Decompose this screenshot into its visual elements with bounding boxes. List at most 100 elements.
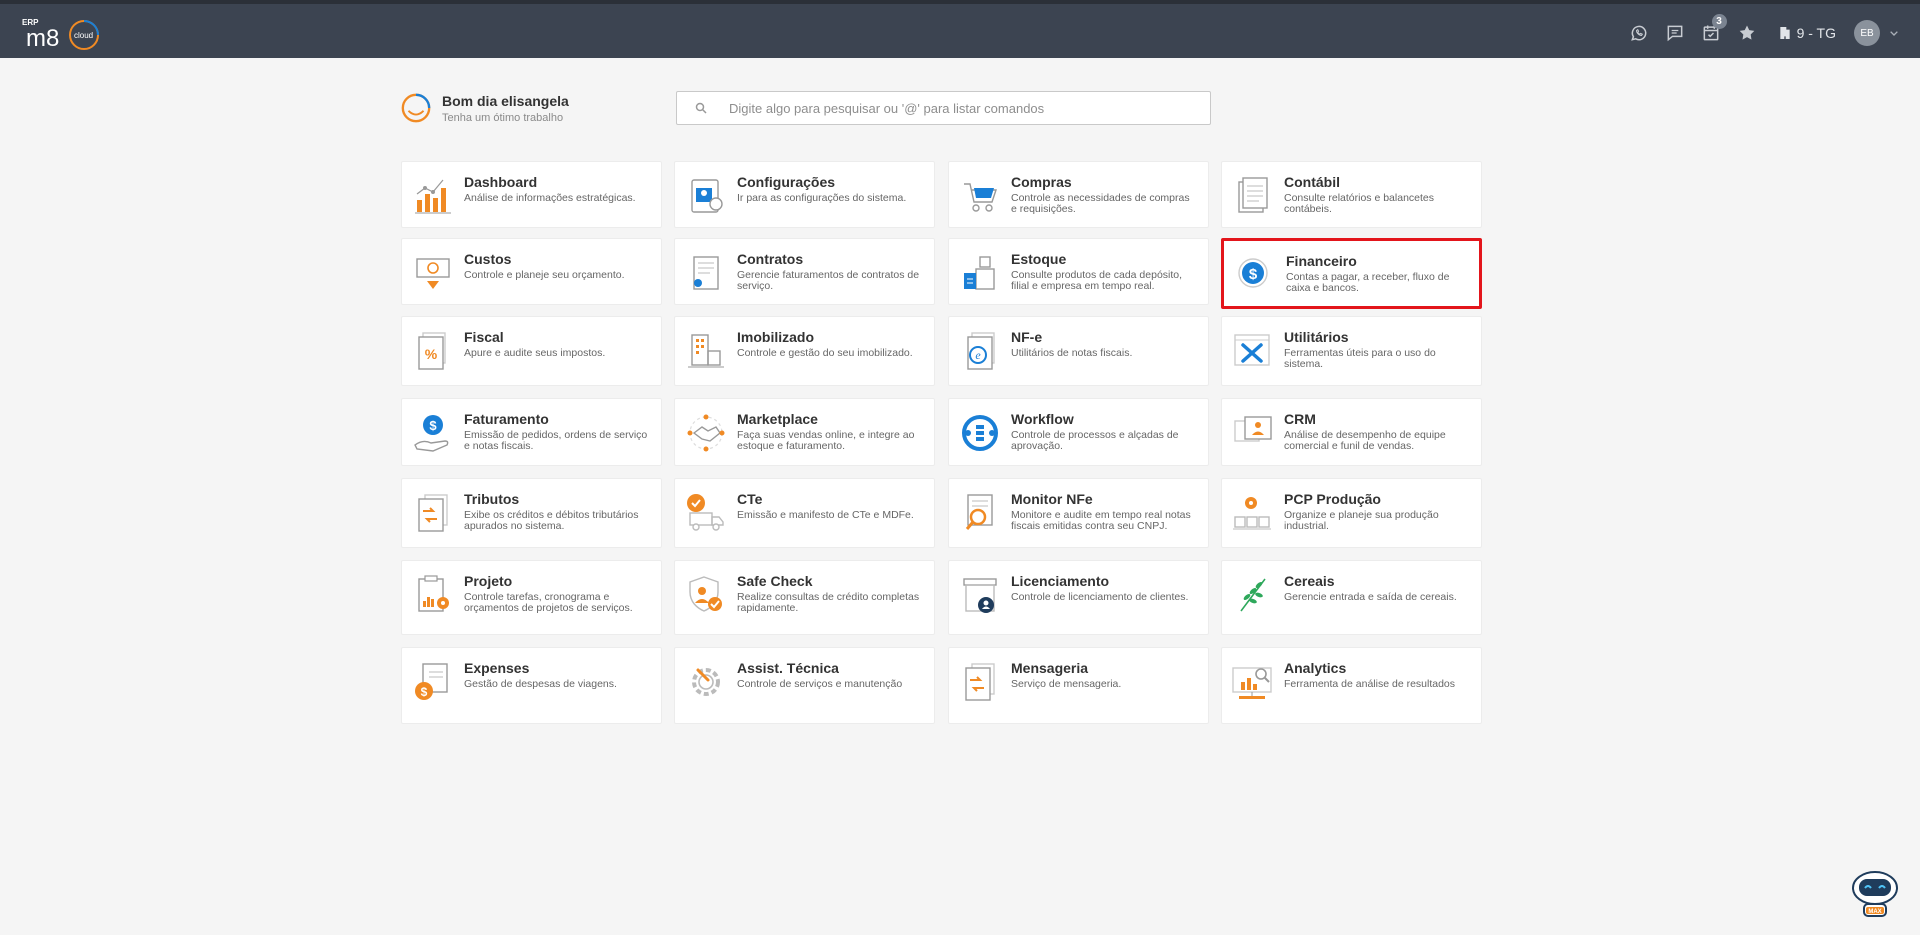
module-title: Custos [464, 251, 512, 267]
inventory-icon [964, 256, 995, 290]
company-selector[interactable]: 9 - TG [1777, 25, 1836, 41]
gear-service-icon [692, 668, 720, 696]
module-title: Contratos [737, 251, 804, 267]
module-title: CTe [737, 491, 763, 507]
module-card-cereais[interactable]: Cereais Gerencie entrada e saída de cerea… [1221, 560, 1482, 635]
user-avatar[interactable]: EB [1854, 20, 1880, 46]
module-desc: Controle tarefas, cronograma e orçamento… [464, 591, 633, 614]
module-card-expenses[interactable]: $ Expenses Gestão de despesas de viagens. [401, 647, 662, 724]
module-desc: Consulte relatórios e balancetes contábe… [1284, 192, 1435, 215]
module-desc: Organize e planeje sua produção industri… [1284, 509, 1439, 532]
max-assistant-button[interactable]: MAX [1849, 868, 1901, 918]
module-card-assist-tecnica[interactable]: Assist. Técnica Controle de serviços e ma… [674, 647, 935, 724]
star-icon[interactable] [1729, 18, 1765, 48]
search-icon [695, 102, 707, 114]
company-label: 9 - TG [1796, 25, 1836, 41]
billing-icon: $ [414, 415, 449, 452]
shopping-cart-icon [964, 183, 997, 212]
module-desc: Consulte produtos de cada depósito, fili… [1011, 269, 1183, 292]
greeting: Bom dia elisangela Tenha um ótimo trabal… [400, 88, 569, 128]
robot-icon: MAX [1852, 871, 1898, 917]
module-desc: Realize consultas de crédito completas r… [737, 591, 920, 614]
search-input[interactable] [729, 100, 1209, 116]
module-title: Dashboard [464, 174, 538, 190]
module-desc: Ferramentas úteis para o uso do sistema. [1284, 347, 1436, 370]
costs-icon [416, 258, 450, 289]
module-title: Workflow [1011, 411, 1074, 427]
module-card-custos[interactable]: Custos Controle e planeje seu orçamento. [401, 238, 662, 305]
svg-text:$: $ [429, 418, 437, 433]
expenses-icon: $ [415, 663, 448, 700]
module-desc: Análise de informações estratégicas. [464, 192, 636, 204]
module-card-faturamento[interactable]: $ Faturamento Emissão de pedidos, ordens … [401, 398, 662, 466]
module-title: Financeiro [1286, 253, 1357, 269]
module-desc: Gerencie faturamentos de contratos de se… [737, 269, 920, 292]
module-card-workflow[interactable]: Workflow Controle de processos e alçadas … [948, 398, 1209, 466]
module-title: Compras [1011, 174, 1072, 190]
module-card-configuracoes[interactable]: Configurações Ir para as configurações do… [674, 161, 935, 228]
tools-icon [1234, 334, 1270, 366]
module-card-contratos[interactable]: Contratos Gerencie faturamentos de contra… [674, 238, 935, 305]
svg-text:e: e [975, 348, 981, 362]
module-title: Configurações [737, 174, 836, 190]
taxes-icon [418, 494, 448, 532]
module-card-crm[interactable]: CRM Análise de desempenho de equipe comer… [1221, 398, 1482, 466]
module-title: Faturamento [464, 411, 549, 427]
top-bar: ERP m8 cloud 3 9 - TG EB [0, 0, 1920, 58]
module-desc: Controle e planeje seu orçamento. [464, 269, 625, 281]
chat-icon[interactable] [1657, 18, 1693, 48]
module-desc: Controle de licenciamento de clientes. [1011, 591, 1189, 603]
contracts-icon [693, 256, 719, 290]
module-title: Fiscal [464, 329, 504, 345]
module-card-licenciamento[interactable]: Licenciamento Controle de licenciamento d… [948, 560, 1209, 635]
module-card-monitor-nfe[interactable]: Monitor NFe Monitore e audite em tempo re… [948, 478, 1209, 548]
crm-icon [1234, 416, 1272, 442]
module-card-projeto[interactable]: Projeto Controle tarefas, cronograma e or… [401, 560, 662, 635]
nfe-icon: e [967, 332, 995, 370]
module-desc: Controle de processos e alçadas de aprov… [1011, 429, 1179, 452]
module-desc: Ferramenta de análise de resultados [1284, 678, 1456, 690]
module-card-utilitarios[interactable]: Utilitários Ferramentas úteis para o uso … [1221, 316, 1482, 386]
module-card-fiscal[interactable]: % Fiscal Apure e audite seus impostos. [401, 316, 662, 386]
module-card-marketplace[interactable]: Marketplace Faça suas vendas online, e in… [674, 398, 935, 466]
module-card-pcp-producao[interactable]: PCP Produção Organize e planeje sua produ… [1221, 478, 1482, 548]
module-title: Estoque [1011, 251, 1067, 267]
module-card-cte[interactable]: CTe Emissão e manifesto de CTe e MDFe. [674, 478, 935, 548]
module-title: Tributos [464, 491, 520, 507]
module-title: Licenciamento [1011, 573, 1110, 589]
license-icon [963, 578, 997, 613]
module-desc: Controle as necessidades de compras e re… [1011, 192, 1190, 215]
module-card-compras[interactable]: Compras Controle as necessidades de compr… [948, 161, 1209, 228]
module-card-safe-check[interactable]: Safe Check Realize consultas de crédito c… [674, 560, 935, 635]
messaging-icon [965, 663, 995, 701]
module-card-imobilizado[interactable]: Imobilizado Controle e gestão do seu imob… [674, 316, 935, 386]
module-card-contabil[interactable]: Contábil Consulte relatórios e balancetes… [1221, 161, 1482, 228]
module-desc: Gestão de despesas de viagens. [464, 678, 617, 690]
app-logo[interactable]: ERP m8 cloud [22, 16, 102, 52]
module-card-financeiro[interactable]: $ Financeiro Contas a pagar, a receber, f… [1221, 238, 1482, 309]
module-card-estoque[interactable]: Estoque Consulte produtos de cada depósit… [948, 238, 1209, 305]
search-box[interactable] [676, 91, 1211, 125]
svg-text:MAX: MAX [1868, 909, 1881, 915]
module-card-analytics[interactable]: Analytics Ferramenta de análise de result… [1221, 647, 1482, 724]
module-card-mensageria[interactable]: Mensageria Serviço de mensageria. [948, 647, 1209, 724]
module-desc: Gerencie entrada e saída de cereais. [1284, 591, 1457, 603]
magnifier-icon [965, 494, 993, 530]
calendar-check-icon[interactable]: 3 [1693, 14, 1729, 48]
truck-icon [687, 494, 724, 531]
module-desc: Apure e audite seus impostos. [464, 347, 606, 359]
svg-text:m8: m8 [26, 25, 59, 52]
chevron-down-icon[interactable] [1886, 25, 1902, 41]
module-card-dashboard[interactable]: Dashboard Análise de informações estratég… [401, 161, 662, 228]
module-card-tributos[interactable]: Tributos Exibe os créditos e débitos trib… [401, 478, 662, 548]
module-desc: Análise de desempenho de equipe comercia… [1284, 429, 1446, 452]
greeting-logo-icon [401, 93, 431, 123]
module-title: Cereais [1284, 573, 1335, 589]
module-title: Utilitários [1284, 329, 1349, 345]
module-desc: Emissão e manifesto de CTe e MDFe. [737, 509, 914, 521]
whatsapp-icon[interactable] [1621, 18, 1657, 48]
workflow-icon [962, 415, 998, 451]
module-card-nfe[interactable]: e NF-e Utilitários de notas fiscais. [948, 316, 1209, 386]
percent-icon: % [418, 332, 446, 370]
module-desc: Utilitários de notas fiscais. [1011, 347, 1133, 359]
